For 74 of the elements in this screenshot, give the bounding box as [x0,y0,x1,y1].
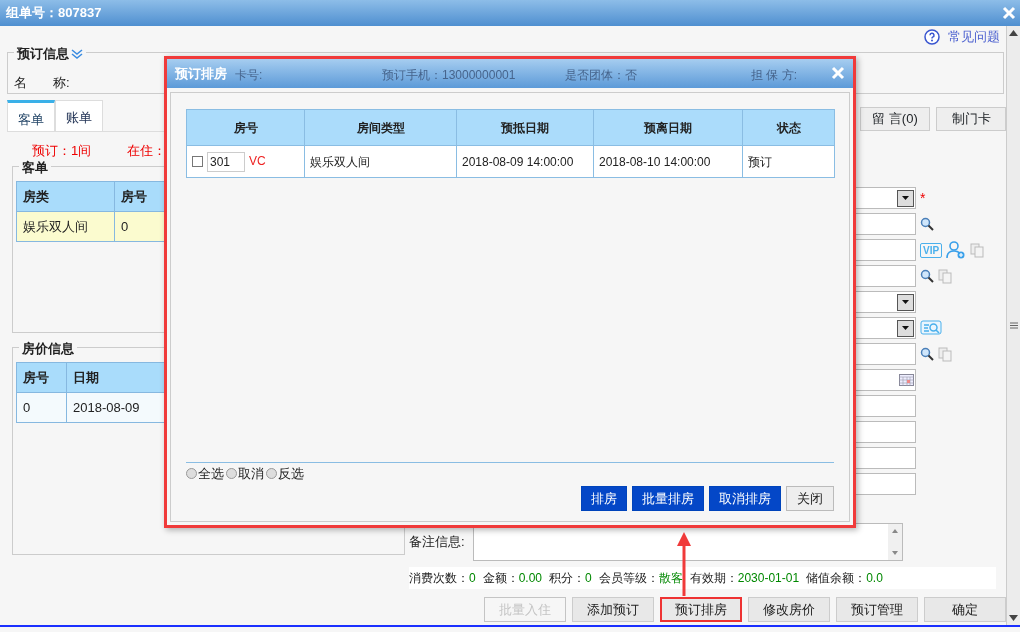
table-cell: 0 [16,392,67,423]
room-number-field[interactable]: 301 [207,151,245,172]
faded-label: 担 保 方: [751,67,797,84]
action-button[interactable]: 添加预订 [572,597,654,622]
table-cell: 娱乐双人间 [16,211,115,242]
scroll-down-icon[interactable] [1009,615,1018,621]
summary-text: 在住： [127,142,167,160]
calendar-icon[interactable] [899,374,914,386]
action-button[interactable]: 排房 [581,486,627,511]
dialog-title: 预订排房 [175,64,227,83]
faded-label: 是否团体：否 [565,67,637,84]
action-button[interactable]: 取消排房 [709,486,781,511]
close-icon[interactable] [831,66,845,80]
tab[interactable]: 账单 [55,100,103,131]
column-header: 房类 [16,181,115,212]
radio-option[interactable]: 全选 [186,463,224,483]
field-label: 备注信息: [409,533,465,552]
scroll-up-icon[interactable] [1009,30,1018,36]
search-icon[interactable] [920,347,934,361]
section-title: 预订信息 [17,45,69,63]
stat-label: 会员等级： [598,571,659,585]
stat-value: 0 [469,571,476,585]
stat-label: 积分： [549,571,586,585]
stat-value: 0.0 [866,571,883,585]
window-title: 组单号：807837 [6,4,102,23]
section-title: 客单 [22,159,48,177]
action-button[interactable]: 确定 [924,597,1006,622]
column-header: 预抵日期 [456,109,594,146]
stat-value: 2030-01-01 [737,571,800,585]
chevron-down-icon[interactable] [71,48,83,59]
faded-label: 卡号: [235,67,263,84]
stat-label: 消费次数： [409,571,469,585]
radio-option[interactable]: 取消 [226,463,264,483]
column-header: 状态 [742,109,835,146]
search-icon[interactable] [920,269,934,283]
help-icon[interactable] [924,29,940,45]
close-button[interactable]: 关闭 [786,486,834,511]
close-icon[interactable] [1002,6,1016,20]
summary-text: 预订：1间 [32,142,92,160]
faded-label: 预订手机：13000000001 [382,67,516,84]
side-button[interactable]: 留 言(0) [860,107,930,131]
table-cell: 2018-08-10 14:00:00 [593,145,743,178]
stat-value: 散客 [658,571,683,585]
column-header: 预离日期 [593,109,743,146]
table-cell: 2018-08-09 14:00:00 [456,145,594,178]
scrollbar-drawing [887,524,902,560]
action-button[interactable]: 预订管理 [836,597,918,622]
stat-label: 储值余额： [806,571,867,585]
stat-label: 有效期： [689,571,738,585]
column-header: 日期 [66,362,167,393]
room-status: VC [249,153,266,168]
stat-value: 0.00 [518,571,543,585]
action-button[interactable]: 修改房价 [748,597,830,622]
scroll-grip-icon[interactable] [1009,322,1018,329]
help-link[interactable]: 常见问题 [948,27,1000,47]
action-button[interactable]: 批量排房 [632,486,704,511]
radio-option[interactable]: 反选 [266,463,304,483]
column-header: 房号 [186,109,305,146]
table-row[interactable]: 0 2018-08-09 [16,392,167,423]
section-title: 房价信息 [22,340,74,358]
column-header: 房号 [16,362,67,393]
search-icon[interactable] [920,217,934,231]
user-add-icon[interactable] [946,241,967,259]
column-header: 房间类型 [304,109,457,146]
stat-label: 金额： [482,571,519,585]
required-mark: * [920,188,926,208]
table-cell: 娱乐双人间 [304,145,457,178]
table-cell: 预订 [742,145,835,178]
field-label: 名 称: [14,75,70,90]
action-button[interactable]: 预订排房 [660,597,742,622]
tab[interactable]: 客单 [7,100,55,131]
side-button[interactable]: 制门卡 [936,107,1006,131]
stat-value: 0 [585,571,592,585]
checkbox[interactable] [192,156,203,167]
